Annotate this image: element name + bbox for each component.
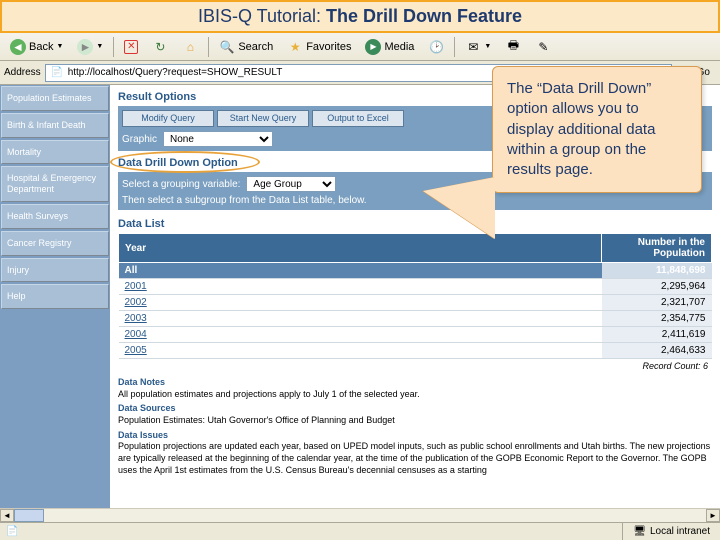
table-row: All11,848,698 [119, 263, 712, 279]
graphic-select[interactable]: None [163, 131, 273, 147]
page-icon: 📄 [49, 65, 65, 81]
horizontal-scrollbar[interactable]: ◄ ► [0, 508, 720, 522]
table-row: 20032,354,775 [119, 311, 712, 327]
intranet-icon: 🖥 [633, 526, 646, 537]
mail-button[interactable]: ✉▼ [459, 36, 497, 58]
record-count: Record Count: 6 [118, 359, 712, 373]
search-icon: 🔍 [219, 39, 235, 55]
search-button[interactable]: 🔍Search [213, 36, 279, 58]
year-link[interactable]: 2003 [125, 313, 147, 324]
graphic-label: Graphic [122, 134, 157, 145]
forward-button[interactable]: ►▼ [71, 36, 109, 58]
datalist-title: Data List [118, 218, 712, 230]
back-button[interactable]: ◄Back▼ [4, 36, 69, 58]
stop-icon: ✕ [124, 40, 138, 54]
year-link[interactable]: 2002 [125, 297, 147, 308]
sidebar-item-health-surveys[interactable]: Health Surveys [1, 204, 109, 229]
address-label: Address [4, 67, 41, 78]
stop-button[interactable]: ✕ [118, 37, 144, 57]
grouping-var-label: Select a grouping variable: [122, 179, 240, 190]
edit-button[interactable]: ✎ [529, 36, 557, 58]
star-icon: ★ [287, 39, 303, 55]
output-excel-button[interactable]: Output to Excel [312, 110, 404, 127]
data-list-table: YearNumber in the Population All11,848,6… [118, 233, 712, 359]
home-button[interactable]: ⌂ [176, 36, 204, 58]
year-link[interactable]: 2001 [125, 281, 147, 292]
sidebar-item-population[interactable]: Population Estimates [1, 86, 109, 111]
history-icon: 🕑 [428, 39, 444, 55]
favorites-button[interactable]: ★Favorites [281, 36, 357, 58]
security-zone: 🖥Local intranet [622, 523, 720, 540]
refresh-button[interactable]: ↻ [146, 36, 174, 58]
table-row: 20042,411,619 [119, 327, 712, 343]
forward-icon: ► [77, 39, 93, 55]
year-link[interactable]: 2005 [125, 345, 147, 356]
history-button[interactable]: 🕑 [422, 36, 450, 58]
sidebar-item-help[interactable]: Help [1, 284, 109, 309]
table-row: 20022,321,707 [119, 295, 712, 311]
slide-title-bold: The Drill Down Feature [326, 6, 522, 26]
modify-query-button[interactable]: Modify Query [122, 110, 214, 127]
status-bar: 📄 🖥Local intranet [0, 522, 720, 540]
year-link[interactable]: 2004 [125, 329, 147, 340]
col-year: Year [119, 234, 602, 263]
mail-icon: ✉ [465, 39, 481, 55]
col-num: Number in the Population [602, 234, 712, 263]
home-icon: ⌂ [182, 39, 198, 55]
chevron-down-icon: ▼ [56, 43, 63, 50]
status-done-icon: 📄 [0, 526, 24, 537]
sidebar-item-birth[interactable]: Birth & Infant Death [1, 113, 109, 138]
tutorial-callout: The “Data Drill Down” option allows you … [492, 66, 702, 193]
sidebar-item-hospital[interactable]: Hospital & Emergency Department [1, 166, 109, 202]
sidebar-item-mortality[interactable]: Mortality [1, 140, 109, 165]
back-icon: ◄ [10, 39, 26, 55]
print-button[interactable]: 🖶 [499, 36, 527, 58]
grouping-var-select[interactable]: Age Group [246, 176, 336, 192]
sidebar-item-cancer[interactable]: Cancer Registry [1, 231, 109, 256]
refresh-icon: ↻ [152, 39, 168, 55]
print-icon: 🖶 [505, 39, 521, 55]
slide-title: IBIS-Q Tutorial: The Drill Down Feature [0, 0, 720, 33]
table-row: 20012,295,964 [119, 279, 712, 295]
slide-title-prefix: IBIS-Q Tutorial: [198, 6, 326, 26]
sidebar: Population Estimates Birth & Infant Deat… [0, 85, 110, 525]
sidebar-item-injury[interactable]: Injury [1, 258, 109, 283]
table-row: 20052,464,633 [119, 343, 712, 359]
media-icon: ▶ [365, 39, 381, 55]
edit-icon: ✎ [535, 39, 551, 55]
scroll-left-icon[interactable]: ◄ [0, 509, 14, 522]
scroll-right-icon[interactable]: ► [706, 509, 720, 522]
scroll-thumb[interactable] [14, 509, 44, 522]
data-notes: Data Notes All population estimates and … [118, 377, 712, 477]
callout-tail [423, 177, 495, 239]
ie-toolbar: ◄Back▼ ►▼ ✕ ↻ ⌂ 🔍Search ★Favorites ▶Medi… [0, 33, 720, 61]
address-url: http://localhost/Query?request=SHOW_RESU… [68, 67, 283, 78]
drilldown-hint: Then select a subgroup from the Data Lis… [122, 195, 708, 206]
start-new-query-button[interactable]: Start New Query [217, 110, 309, 127]
media-button[interactable]: ▶Media [359, 36, 420, 58]
